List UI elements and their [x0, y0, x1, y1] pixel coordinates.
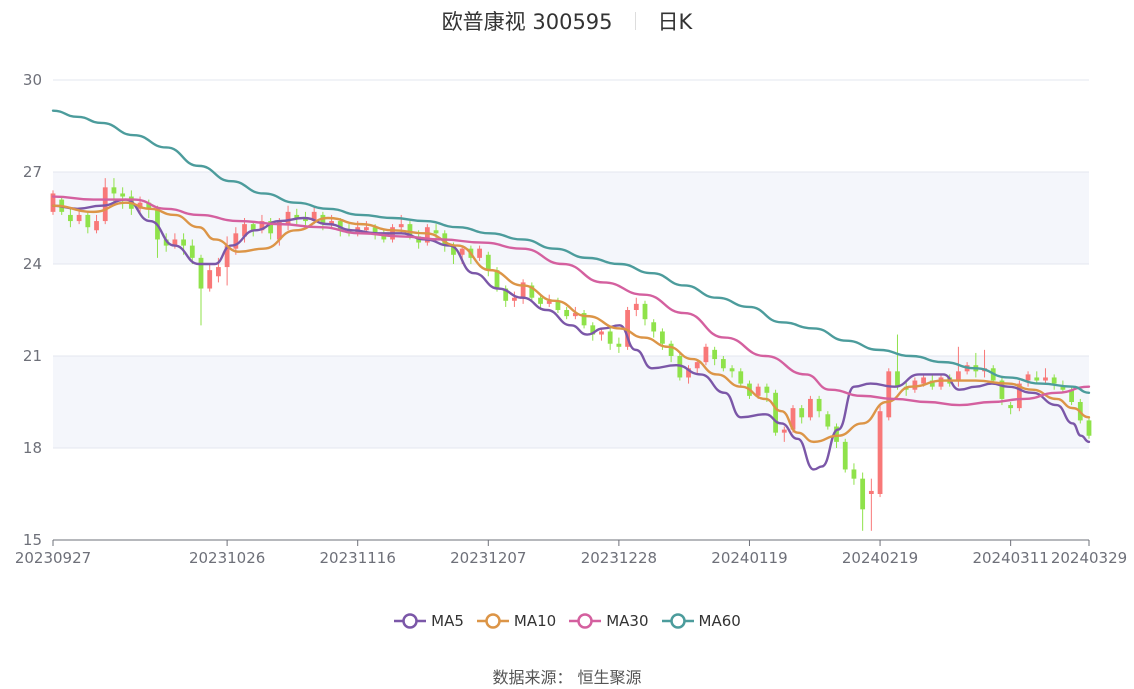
data-source: 数据来源： 恒生聚源 — [492, 668, 642, 687]
candle-body — [651, 322, 657, 332]
y-tick-label: 30 — [23, 71, 42, 89]
candle-body — [1034, 377, 1040, 381]
candle-body — [198, 257, 204, 289]
candle-body — [616, 343, 622, 347]
legend-item-ma30[interactable]: MA30 — [568, 612, 649, 630]
candle-body — [459, 248, 465, 255]
candle-body — [68, 214, 73, 222]
candle-body — [642, 303, 648, 320]
legend-item-ma5[interactable]: MA5 — [393, 612, 464, 630]
candle-body — [738, 371, 744, 384]
candle-body — [1086, 420, 1092, 436]
legend-marker-icon — [569, 613, 602, 629]
legend-label: MA5 — [431, 612, 464, 630]
candle-body — [660, 331, 665, 344]
candle-body — [433, 230, 439, 234]
y-tick-label: 24 — [23, 255, 42, 273]
x-tick-label: 20240329 — [1051, 549, 1127, 567]
legend-marker-icon — [476, 613, 509, 629]
candle-body — [877, 411, 883, 494]
candle-body — [1051, 377, 1057, 384]
candle-body — [956, 371, 961, 381]
candle-body — [564, 310, 570, 317]
candle-body — [633, 303, 639, 310]
legend-marker-icon — [394, 613, 427, 629]
candle-body — [712, 349, 718, 360]
legend-label: MA30 — [606, 612, 649, 630]
candle-body — [477, 248, 482, 258]
candle-body — [285, 211, 291, 225]
candle-body — [538, 297, 543, 304]
grid-band — [53, 172, 1089, 264]
legend-label: MA60 — [698, 612, 741, 630]
x-tick-label: 20231026 — [189, 549, 265, 567]
y-tick-label: 21 — [23, 347, 42, 365]
candle-body — [207, 270, 213, 289]
candle-body — [895, 371, 900, 387]
candle-body — [842, 441, 848, 470]
candle-body — [216, 267, 221, 277]
legend-label: MA10 — [513, 612, 557, 630]
candle-body — [764, 386, 770, 393]
candle-body — [799, 408, 805, 418]
candle-body — [1043, 377, 1048, 381]
candle-body — [364, 227, 369, 231]
candle-body — [921, 377, 926, 384]
x-tick-label: 20231228 — [581, 549, 657, 567]
y-tick-label: 15 — [23, 531, 42, 549]
legend-item-ma60[interactable]: MA60 — [661, 612, 741, 630]
candle-body — [111, 187, 117, 194]
legend: MA5 MA10 MA30 MA60 — [0, 612, 1134, 634]
candle-body — [398, 224, 404, 228]
candle-body — [860, 478, 866, 510]
candle-body — [938, 377, 944, 387]
candle-body — [781, 429, 787, 433]
candle-body — [1025, 374, 1031, 381]
x-tick-label: 20240119 — [711, 549, 787, 567]
x-tick-label: 20231116 — [320, 549, 396, 567]
y-tick-label: 27 — [23, 163, 42, 181]
kline-chart: 15 18 21 24 27 30 20230927 20231026 20231116 2023… — [15, 71, 1127, 567]
candle-body — [189, 245, 195, 258]
candle-body — [512, 297, 517, 301]
candle-body — [816, 398, 822, 412]
candle-body — [668, 343, 674, 356]
candle-body — [1008, 405, 1014, 409]
candle-body — [694, 362, 700, 369]
candle-body — [720, 359, 726, 369]
x-tick-label: 20231207 — [450, 549, 526, 567]
candle-body — [485, 254, 491, 271]
candle-body — [851, 469, 857, 479]
candle-body — [94, 221, 99, 231]
candle-body — [120, 193, 126, 197]
y-tick-label: 18 — [23, 439, 42, 457]
candle-body — [868, 490, 874, 494]
candle-body — [825, 414, 831, 427]
candle-body — [85, 214, 91, 228]
candle-body — [599, 331, 604, 335]
x-tick-label: 20240311 — [972, 549, 1048, 567]
candle-body — [729, 368, 735, 372]
legend-item-ma10[interactable]: MA10 — [476, 612, 556, 630]
x-tick-label: 20240219 — [842, 549, 918, 567]
candle-body — [607, 331, 613, 344]
legend-marker-icon — [661, 613, 694, 629]
candle-body — [703, 346, 709, 363]
candle-body — [808, 398, 813, 418]
candle-body — [886, 371, 892, 418]
candle-body — [76, 214, 82, 222]
x-tick-label: 20230927 — [15, 549, 91, 567]
candle-body — [181, 239, 186, 246]
candle-body — [773, 392, 778, 433]
